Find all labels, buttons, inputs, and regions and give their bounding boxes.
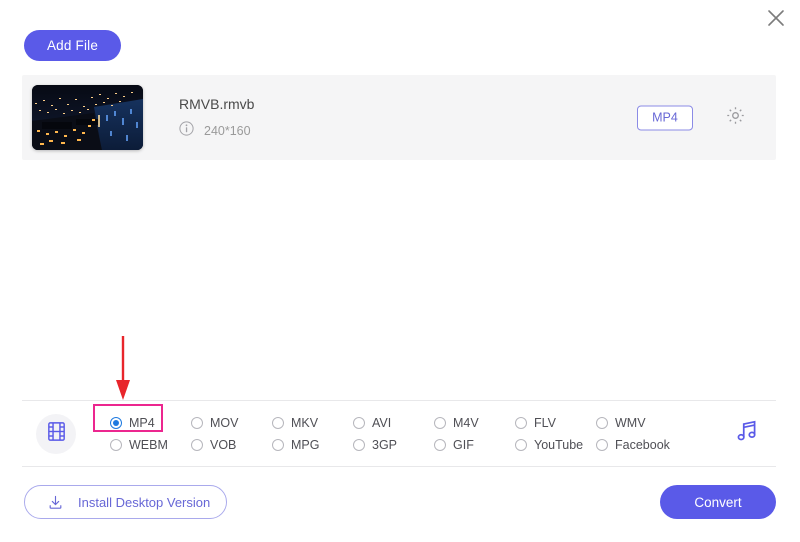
format-option-youtube[interactable]: YouTube — [515, 434, 596, 456]
music-note-icon — [734, 418, 760, 449]
format-option-label: MP4 — [129, 415, 155, 430]
radio-icon[interactable] — [515, 438, 527, 451]
gear-icon — [725, 105, 746, 131]
format-option-mov[interactable]: MOV — [191, 412, 272, 434]
format-option-label: VOB — [210, 437, 237, 452]
file-dimensions-row: 240*160 — [179, 121, 254, 141]
format-option-label: MKV — [291, 415, 319, 430]
radio-icon[interactable] — [434, 438, 446, 451]
file-settings-button[interactable] — [724, 105, 746, 131]
radio-icon[interactable] — [434, 416, 446, 429]
format-option-label: WEBM — [129, 437, 168, 452]
video-thumbnail — [32, 85, 143, 150]
format-option-label: FLV — [534, 415, 556, 430]
format-option-avi[interactable]: AVI — [353, 412, 434, 434]
red-down-arrow-icon — [116, 336, 130, 400]
output-format-badge[interactable]: MP4 — [637, 105, 693, 130]
format-option-label: GIF — [453, 437, 474, 452]
format-option-m4v[interactable]: M4V — [434, 412, 515, 434]
file-list-panel: RMVB.rmvb 240*160 MP4 — [22, 75, 776, 160]
format-option-mkv[interactable]: MKV — [272, 412, 353, 434]
format-options-grid: MP4 WEBM MOV VOB MKV MPG AVI 3GP M4V GIF FLV YouTub… — [110, 412, 677, 456]
file-list-item[interactable]: RMVB.rmvb 240*160 MP4 — [22, 75, 776, 160]
add-file-button[interactable]: Add File — [24, 30, 121, 61]
radio-icon[interactable] — [353, 438, 365, 451]
install-desktop-version-button[interactable]: Install Desktop Version — [24, 485, 227, 519]
format-option-label: MPG — [291, 437, 320, 452]
convert-button[interactable]: Convert — [660, 485, 776, 519]
format-option-label: MOV — [210, 415, 239, 430]
format-option-label: AVI — [372, 415, 392, 430]
radio-icon[interactable] — [515, 416, 527, 429]
file-name: RMVB.rmvb — [179, 96, 255, 112]
format-option-mp4[interactable]: MP4 — [110, 412, 191, 434]
radio-icon[interactable] — [272, 416, 284, 429]
output-format-label: MP4 — [652, 110, 678, 125]
close-icon — [766, 8, 786, 28]
format-option-label: M4V — [453, 415, 479, 430]
format-option-label: WMV — [615, 415, 646, 430]
radio-icon[interactable] — [272, 438, 284, 451]
format-bar-bottom-divider — [22, 466, 776, 467]
radio-icon[interactable] — [596, 438, 608, 451]
video-converter-app: Add File RMVB.rmvb 240*160 MP4 MP4 WEBM … — [0, 0, 800, 542]
film-strip-icon — [45, 420, 68, 448]
info-icon — [179, 121, 194, 141]
format-option-label: Facebook — [615, 437, 670, 452]
file-meta: RMVB.rmvb 240*160 — [179, 95, 254, 141]
radio-icon[interactable] — [191, 438, 203, 451]
close-window-button[interactable] — [762, 4, 790, 32]
red-down-arrow-annotation — [110, 336, 136, 402]
radio-icon[interactable] — [596, 416, 608, 429]
format-option-label: 3GP — [372, 437, 398, 452]
add-file-label: Add File — [46, 38, 99, 53]
file-dimensions: 240*160 — [204, 124, 251, 138]
format-option-flv[interactable]: FLV — [515, 412, 596, 434]
audio-formats-tab[interactable] — [730, 417, 764, 451]
format-option-wmv[interactable]: WMV — [596, 412, 677, 434]
convert-label: Convert — [694, 494, 742, 510]
format-option-label: YouTube — [534, 437, 584, 452]
radio-icon[interactable] — [110, 438, 122, 451]
video-formats-tab[interactable] — [36, 413, 76, 454]
download-icon — [47, 494, 64, 511]
format-option-gif[interactable]: GIF — [434, 434, 515, 456]
radio-icon[interactable] — [191, 416, 203, 429]
format-option-facebook[interactable]: Facebook — [596, 434, 677, 456]
format-option-vob[interactable]: VOB — [191, 434, 272, 456]
radio-icon[interactable] — [353, 416, 365, 429]
format-option-mpg[interactable]: MPG — [272, 434, 353, 456]
install-desktop-version-label: Install Desktop Version — [78, 494, 211, 510]
format-selection-bar: MP4 WEBM MOV VOB MKV MPG AVI 3GP M4V GIF FLV YouTub… — [22, 401, 776, 466]
format-option-webm[interactable]: WEBM — [110, 434, 191, 456]
night-city-harbor-thumbnail-image — [32, 85, 143, 150]
format-option-3gp[interactable]: 3GP — [353, 434, 434, 456]
radio-icon[interactable] — [110, 416, 122, 429]
